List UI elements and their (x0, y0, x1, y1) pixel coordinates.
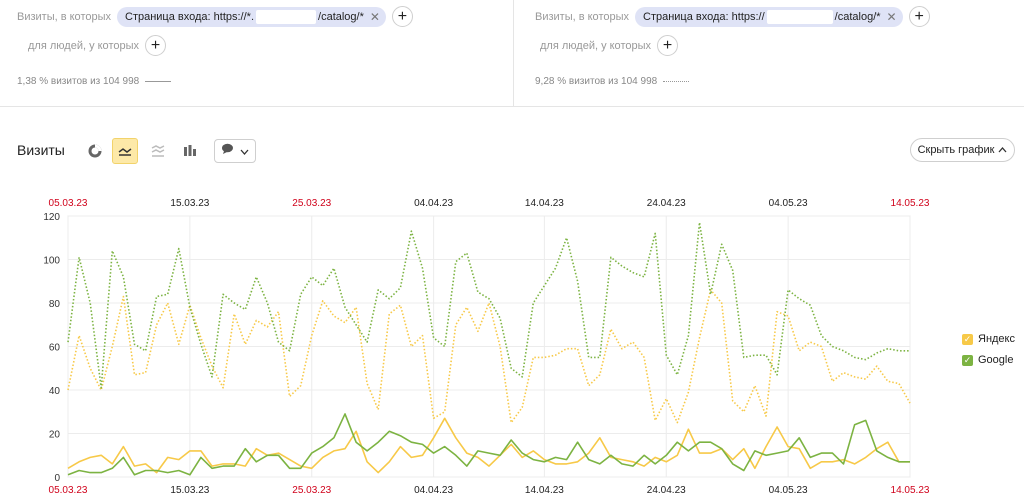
chart-toolbar: Визиты Скрыть график (0, 136, 1024, 166)
y-tick-label: 40 (49, 386, 61, 397)
bottom-date-tick-label: 04.04.23 (414, 485, 453, 496)
segment-2-people-row: для людей, у которых + (540, 35, 678, 56)
segment-2-chip-prefix: Страница входа: https:// (643, 10, 765, 23)
top-date-tick-label: 14.04.23 (525, 198, 564, 209)
segment-1-chip-prefix: Страница входа: https://*. (125, 10, 255, 23)
close-icon[interactable]: ✕ (370, 11, 380, 23)
section-divider (0, 106, 1024, 107)
segment-1-percent-text: 1,38 % визитов из 104 998 (17, 76, 140, 87)
comment-icon (221, 142, 234, 160)
checkbox-icon[interactable]: ✓ (962, 354, 973, 366)
bottom-date-tick-label: 15.03.23 (170, 485, 209, 496)
segment-1-people-row: для людей, у которых + (28, 35, 166, 56)
close-icon[interactable]: ✕ (887, 11, 897, 23)
add-people-condition-button[interactable]: + (657, 35, 678, 56)
segment-2-visits-label: Визиты, в которых (535, 10, 629, 23)
segment-1-chip-suffix: /catalog/* (318, 10, 364, 23)
segment-2-percent-row: 9,28 % визитов из 104 998 (535, 76, 690, 87)
chart-legend: ✓ Яндекс ✓ Google (962, 333, 1015, 375)
bottom-date-tick-label: 24.04.23 (647, 485, 686, 496)
checkbox-icon[interactable]: ✓ (962, 333, 973, 345)
solid-line-swatch (145, 81, 172, 82)
dotted-line-swatch (663, 81, 690, 82)
add-condition-button[interactable]: + (391, 6, 413, 27)
redacted-block (256, 9, 317, 24)
segment-panel-2: Визиты, в которых Страница входа: https:… (515, 0, 1024, 106)
segment-2-percent-text: 9,28 % визитов из 104 998 (535, 76, 658, 87)
line-chart-icon[interactable] (112, 138, 138, 164)
area-chart-icon[interactable] (145, 138, 171, 164)
top-date-tick-label: 24.04.23 (647, 198, 686, 209)
legend-item-yandex[interactable]: ✓ Яндекс (962, 333, 1015, 345)
chevron-down-icon (240, 142, 249, 160)
segment-2-people-label: для людей, у которых (540, 39, 651, 52)
y-tick-label: 0 (54, 473, 60, 484)
top-date-tick-label: 15.03.23 (170, 198, 209, 209)
segment-1-percent-row: 1,38 % визитов из 104 998 (17, 76, 172, 87)
top-date-tick-label: 05.03.23 (49, 198, 88, 209)
segment-1-visits-label: Визиты, в которых (17, 10, 111, 23)
chevron-up-icon (998, 145, 1007, 156)
segment-1-filter-chip[interactable]: Страница входа: https://*. /catalog/* ✕ (117, 6, 386, 27)
redacted-block (766, 9, 833, 24)
add-condition-button[interactable]: + (908, 6, 930, 27)
bottom-date-tick-label: 14.04.23 (525, 485, 564, 496)
bottom-date-tick-label: 04.05.23 (769, 485, 808, 496)
bottom-date-tick-label: 14.05.23 (891, 485, 930, 496)
top-date-tick-label: 04.05.23 (769, 198, 808, 209)
y-tick-label: 100 (43, 256, 60, 267)
annotations-dropdown[interactable] (214, 139, 256, 163)
segment-panel-1: Визиты, в которых Страница входа: https:… (0, 0, 514, 106)
y-tick-label: 120 (43, 212, 60, 223)
legend-item-google[interactable]: ✓ Google (962, 354, 1015, 366)
segment-2-chip-suffix: /catalog/* (834, 10, 881, 23)
bottom-date-tick-label: 25.03.23 (292, 485, 331, 496)
chart-title: Визиты (17, 142, 65, 158)
y-tick-label: 80 (49, 299, 61, 310)
y-tick-label: 60 (49, 343, 61, 354)
bar-chart-icon[interactable] (177, 138, 203, 164)
top-date-tick-label: 25.03.23 (292, 198, 331, 209)
segment-1-people-label: для людей, у которых (28, 39, 139, 52)
pie-chart-icon[interactable] (82, 138, 108, 164)
legend-label: Google (978, 354, 1014, 366)
bottom-date-tick-label: 05.03.23 (49, 485, 88, 496)
hide-chart-button[interactable]: Скрыть график (910, 138, 1015, 162)
add-people-condition-button[interactable]: + (145, 35, 166, 56)
segment-2-condition-row: Визиты, в которых Страница входа: https:… (535, 6, 930, 27)
segment-1-condition-row: Визиты, в которых Страница входа: https:… (17, 6, 413, 27)
legend-label: Яндекс (978, 333, 1015, 345)
top-date-tick-label: 14.05.23 (891, 198, 930, 209)
hide-chart-label: Скрыть график (917, 144, 995, 156)
y-tick-label: 20 (49, 430, 61, 441)
segment-2-filter-chip[interactable]: Страница входа: https:// /catalog/* ✕ (635, 6, 903, 27)
top-date-tick-label: 04.04.23 (414, 198, 453, 209)
visits-line-chart: 0 20 40 60 80 100 120 05.03.23 05.03.23 15.03.23 1… (43, 198, 930, 496)
